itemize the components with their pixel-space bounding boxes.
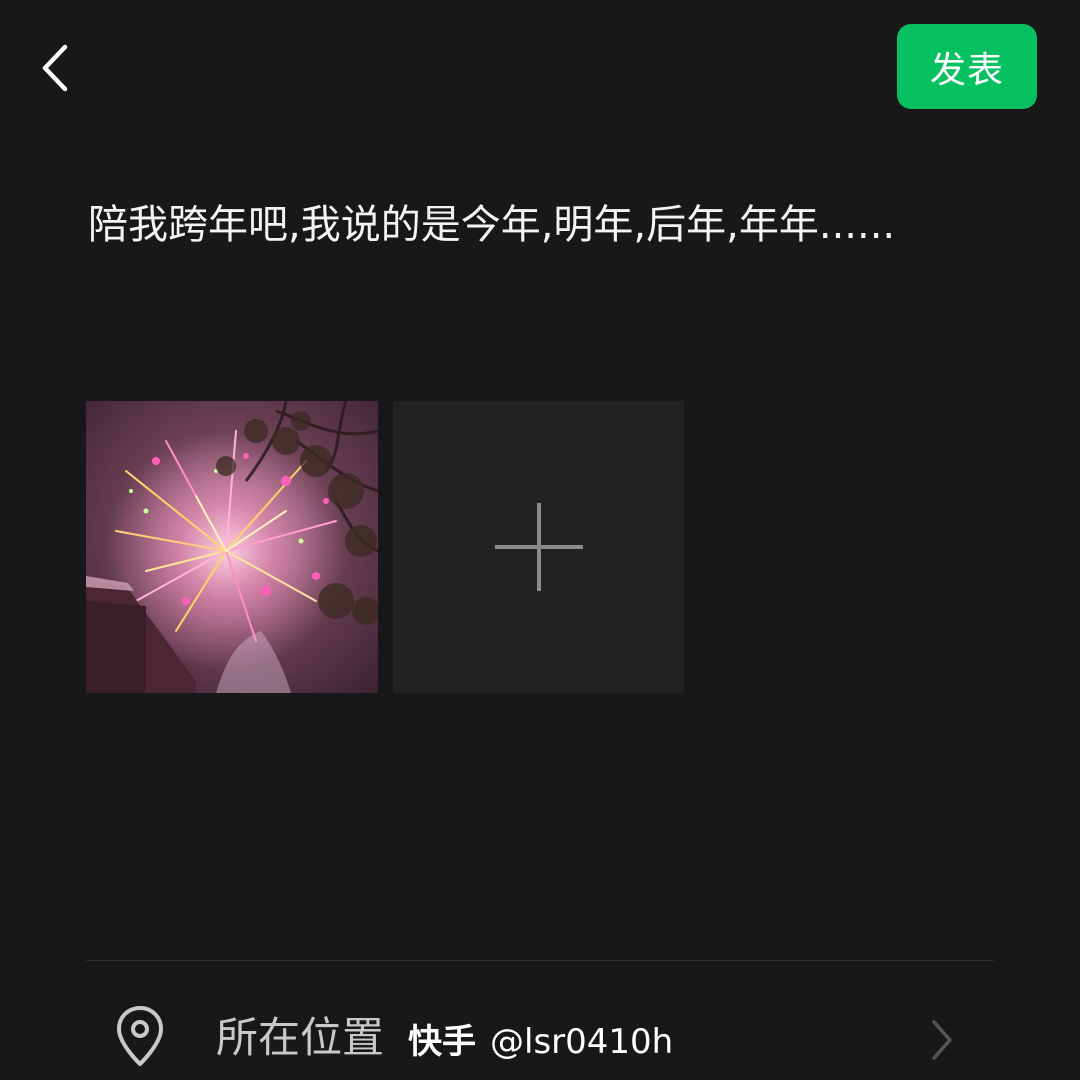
post-text[interactable]: 陪我跨年吧,我说的是今年,明年,后年,年年...... bbox=[88, 195, 1048, 255]
watermark-handle: @lsr0410h bbox=[490, 1022, 674, 1062]
add-photo-button[interactable] bbox=[393, 401, 684, 693]
location-pin-icon bbox=[117, 1006, 163, 1066]
media-grid bbox=[86, 401, 686, 693]
chevron-right-icon bbox=[932, 1020, 952, 1060]
top-bar: 发表 bbox=[0, 0, 1080, 130]
location-label: 所在位置 bbox=[216, 1013, 385, 1062]
plus-icon bbox=[494, 503, 583, 591]
publish-button[interactable]: 发表 bbox=[897, 24, 1037, 109]
chevron-left-icon bbox=[42, 44, 68, 92]
fireworks-photo[interactable] bbox=[86, 401, 378, 693]
fireworks-image bbox=[86, 401, 378, 693]
back-button[interactable] bbox=[30, 36, 78, 100]
divider bbox=[86, 960, 994, 961]
watermark-app: 快手 bbox=[408, 1022, 476, 1062]
watermark: 快手 @lsr0410h bbox=[408, 1020, 673, 1064]
